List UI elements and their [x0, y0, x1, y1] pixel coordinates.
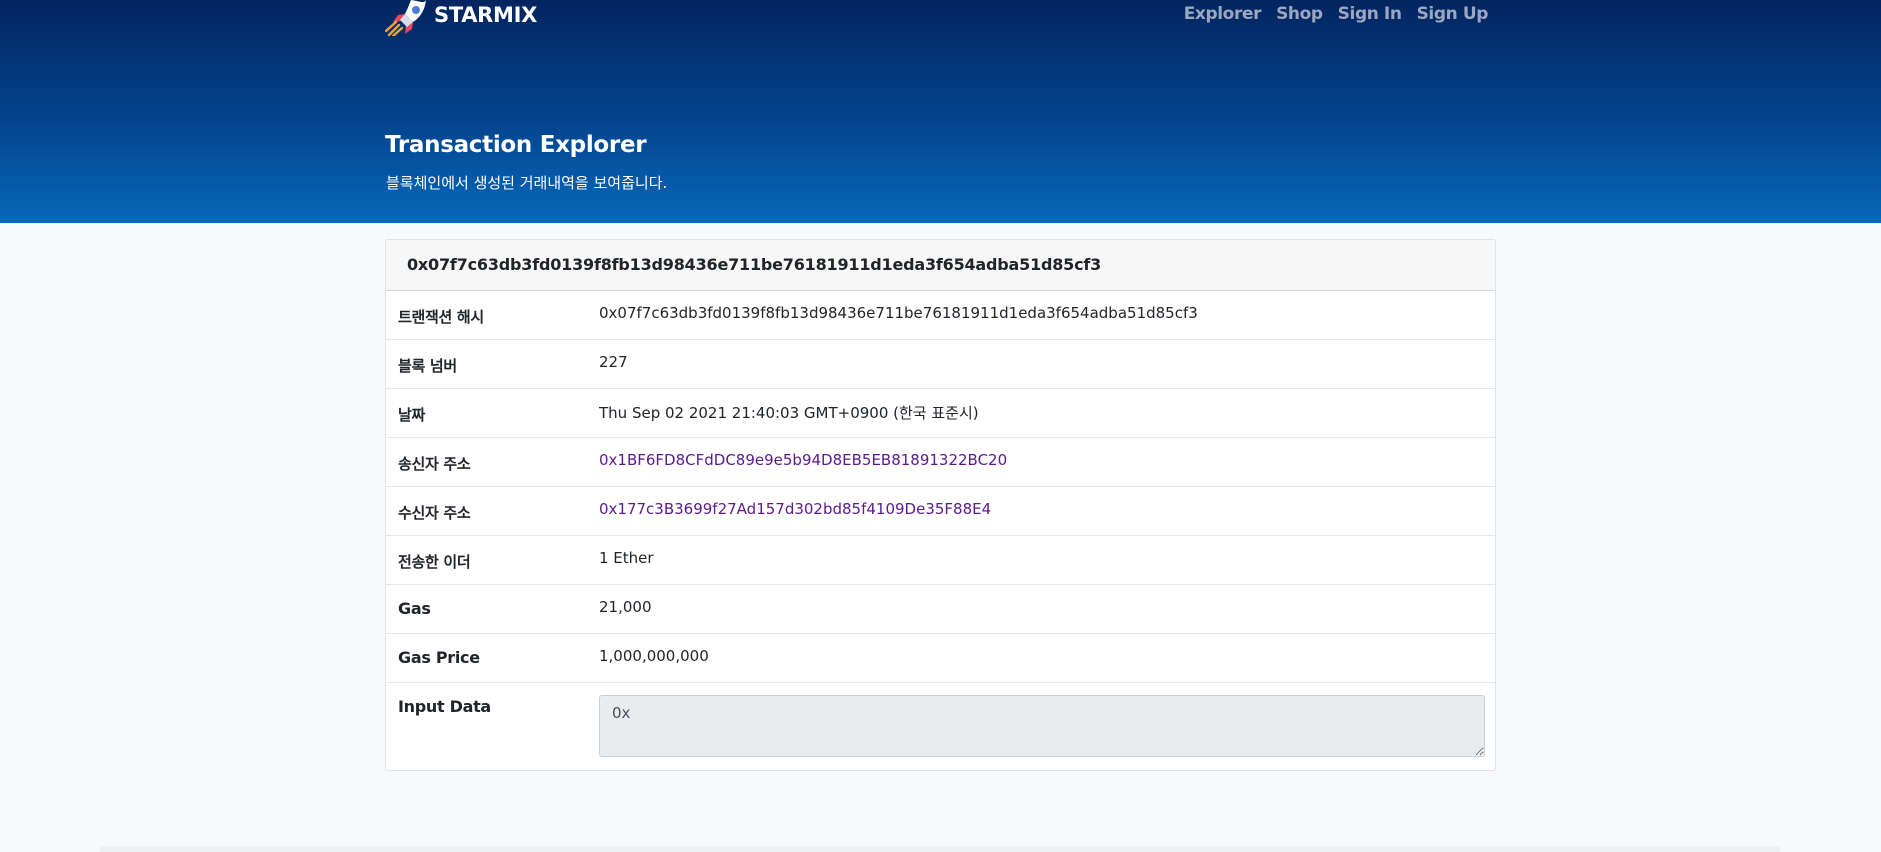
row-label: 수신자 주소	[398, 504, 471, 522]
row-label: 날짜	[398, 406, 426, 424]
row-label: 트랜잭션 해시	[398, 308, 484, 326]
transaction-hash-header: 0x07f7c63db3fd0139f8fb13d98436e711be7618…	[386, 240, 1495, 291]
row-block-number: 블록 넘버 227	[386, 340, 1495, 389]
row-label: 전송한 이더	[398, 553, 471, 571]
row-value: 1,000,000,000	[599, 647, 709, 665]
row-value: 21,000	[599, 598, 652, 616]
input-data-textarea[interactable]: 0x	[599, 695, 1485, 757]
row-ether-sent: 전송한 이더 1 Ether	[386, 536, 1495, 585]
row-value: 0x07f7c63db3fd0139f8fb13d98436e711be7618…	[599, 304, 1198, 322]
row-gas-price: Gas Price 1,000,000,000	[386, 634, 1495, 683]
nav-link-explorer[interactable]: Explorer	[1184, 4, 1262, 24]
brand-name: STARMIX	[434, 3, 538, 27]
row-label: Input Data	[398, 697, 491, 716]
brand-logo[interactable]: STARMIX	[385, 0, 537, 36]
receiver-address-link[interactable]: 0x177c3B3699f27Ad157d302bd85f4109De35F88…	[599, 500, 991, 518]
page-subtitle: 블록체인에서 생성된 거래내역을 보여줍니다.	[386, 174, 668, 192]
nav-link-sign-in[interactable]: Sign In	[1338, 4, 1402, 24]
row-label: 블록 넘버	[398, 357, 457, 375]
row-label: 송신자 주소	[398, 455, 471, 473]
row-gas: Gas 21,000	[386, 585, 1495, 634]
row-date: 날짜 Thu Sep 02 2021 21:40:03 GMT+0900 (한국…	[386, 389, 1495, 438]
nav-link-shop[interactable]: Shop	[1276, 4, 1323, 24]
footer-divider	[100, 846, 1780, 852]
row-label: Gas	[398, 599, 431, 618]
row-value: 227	[599, 353, 628, 371]
row-value: 1 Ether	[599, 549, 654, 567]
page-title: Transaction Explorer	[385, 132, 647, 158]
row-value: Thu Sep 02 2021 21:40:03 GMT+0900 (한국 표준…	[599, 404, 979, 422]
row-tx-hash: 트랜잭션 해시 0x07f7c63db3fd0139f8fb13d98436e7…	[386, 291, 1495, 340]
row-receiver-address: 수신자 주소 0x177c3B3699f27Ad157d302bd85f4109…	[386, 487, 1495, 536]
row-input-data: Input Data 0x	[386, 683, 1495, 768]
sender-address-link[interactable]: 0x1BF6FD8CFdDC89e9e5b94D8EB5EB81891322BC…	[599, 451, 1007, 469]
top-nav: Explorer Shop Sign In Sign Up	[1184, 4, 1489, 24]
rocket-icon	[385, 0, 426, 36]
row-sender-address: 송신자 주소 0x1BF6FD8CFdDC89e9e5b94D8EB5EB818…	[386, 438, 1495, 487]
nav-link-sign-up[interactable]: Sign Up	[1417, 4, 1489, 24]
hero-banner: STARMIX Explorer Shop Sign In Sign Up Tr…	[0, 0, 1881, 223]
row-label: Gas Price	[398, 648, 480, 667]
transaction-card: 0x07f7c63db3fd0139f8fb13d98436e711be7618…	[385, 239, 1496, 771]
